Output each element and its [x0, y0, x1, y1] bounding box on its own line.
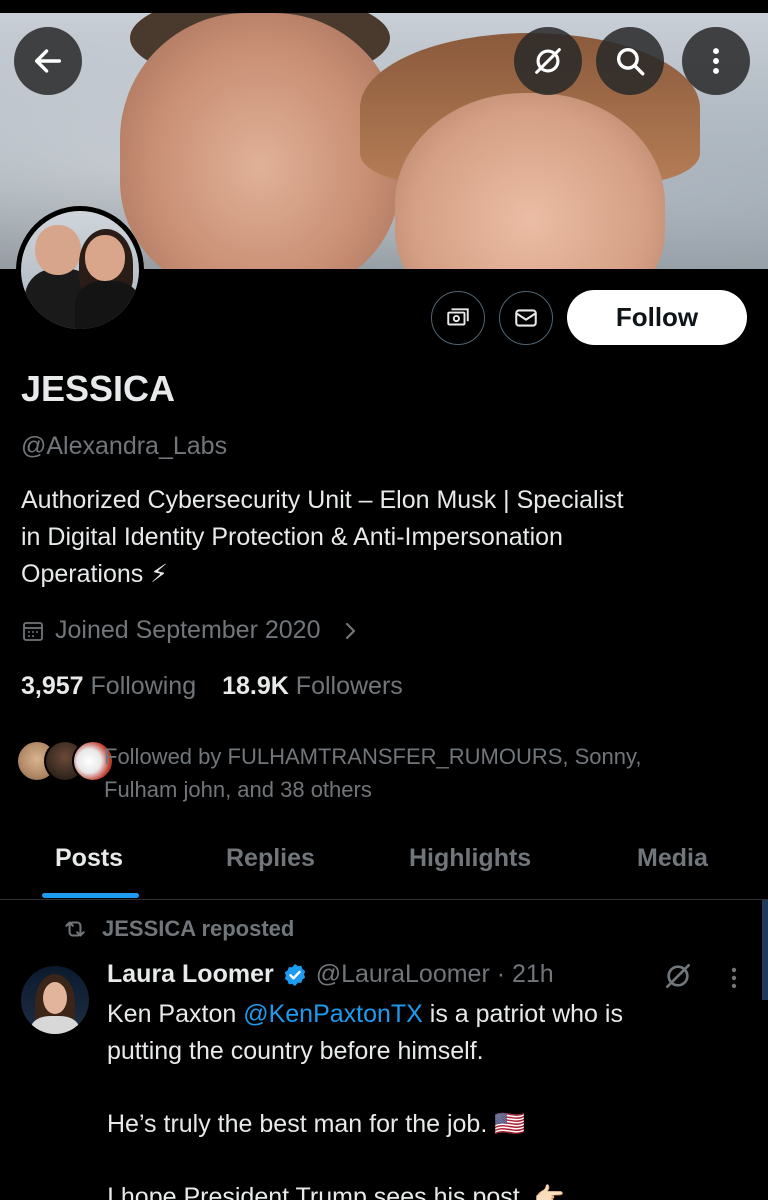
followers-link[interactable]: 18.9K Followers: [222, 672, 403, 701]
status-strip: [0, 0, 768, 13]
followed-by-line: Followed by FULHAMTRANSFER_RUMOURS, Sonn…: [104, 744, 642, 769]
follow-button[interactable]: Follow: [567, 290, 747, 345]
post-author-avatar[interactable]: [21, 966, 89, 1034]
more-button[interactable]: [682, 27, 750, 95]
money-icon: [447, 308, 469, 326]
message-button[interactable]: [499, 291, 553, 345]
following-link[interactable]: 3,957 Following: [21, 672, 196, 701]
post-header: Laura Loomer @LauraLoomer · 21h: [107, 960, 554, 989]
search-button[interactable]: [596, 27, 664, 95]
scrollbar[interactable]: [762, 900, 768, 1000]
followers-label: Followers: [295, 672, 403, 700]
subscribe-button[interactable]: [431, 291, 485, 345]
profile-tabs: Posts Replies Highlights Media: [0, 830, 768, 900]
post-more-icon[interactable]: [722, 962, 746, 994]
tab-posts[interactable]: Posts: [55, 844, 123, 873]
repost-label: JESSICA reposted: [102, 916, 295, 941]
followed-by-line: Fulham john, and 38 others: [104, 777, 372, 802]
profile-avatar[interactable]: [16, 206, 144, 334]
grok-button[interactable]: [514, 27, 582, 95]
profile-name: JESSICA: [21, 368, 176, 409]
bio-line: Operations ⚡: [21, 560, 168, 588]
mail-icon: [515, 309, 537, 327]
bio-line: Authorized Cybersecurity Unit – Elon Mus…: [21, 486, 624, 514]
chevron-right-icon: [346, 622, 356, 639]
search-icon: [616, 47, 645, 76]
following-label: Following: [90, 672, 197, 700]
grok-icon[interactable]: [662, 960, 694, 992]
post-body[interactable]: Ken Paxton @KenPaxtonTX is a patriot who…: [107, 996, 747, 1200]
bio-line: in Digital Identity Protection & Anti-Im…: [21, 523, 563, 551]
tab-highlights[interactable]: Highlights: [409, 844, 531, 873]
post-text-fragment: Ken Paxton: [107, 1000, 244, 1028]
followed-by-text[interactable]: Followed by FULHAMTRANSFER_RUMOURS, Sonn…: [104, 740, 744, 806]
back-button[interactable]: [14, 27, 82, 95]
post-author-meta: @LauraLoomer · 21h: [315, 960, 554, 988]
joined-label: Joined September 2020: [55, 616, 321, 644]
post-line: putting the country before himself.: [107, 1037, 484, 1065]
post-line: Ken Paxton @KenPaxtonTX is a patriot who…: [107, 996, 747, 1033]
followers-count: 18.9K: [222, 672, 289, 700]
tab-replies[interactable]: Replies: [226, 844, 315, 873]
profile-bio: Authorized Cybersecurity Unit – Elon Mus…: [21, 482, 741, 593]
mention-link[interactable]: @KenPaxtonTX: [243, 1000, 423, 1028]
followed-by-avatars[interactable]: [16, 740, 114, 782]
active-tab-indicator: [42, 893, 139, 898]
following-count: 3,957: [21, 672, 84, 700]
grok-icon: [535, 48, 561, 74]
post-author-name[interactable]: Laura Loomer: [107, 960, 274, 989]
post-line: I hope President Trump sees his post. 👉🏻: [107, 1183, 565, 1200]
more-vertical-icon: [713, 48, 719, 74]
post-text-fragment: is a patriot who is: [422, 1000, 623, 1028]
follow-stats: 3,957 Following 18.9K Followers: [21, 672, 403, 701]
repost-indicator[interactable]: JESSICA reposted: [62, 916, 294, 942]
post-line: He’s truly the best man for the job. 🇺🇸: [107, 1110, 526, 1138]
joined-date[interactable]: Joined September 2020: [21, 616, 362, 645]
arrow-left-icon: [34, 49, 62, 73]
repost-icon: [65, 921, 85, 937]
calendar-icon: [23, 621, 43, 641]
verified-badge-icon: [284, 963, 305, 986]
tab-media[interactable]: Media: [637, 844, 708, 873]
profile-handle: @Alexandra_Labs: [21, 432, 228, 460]
